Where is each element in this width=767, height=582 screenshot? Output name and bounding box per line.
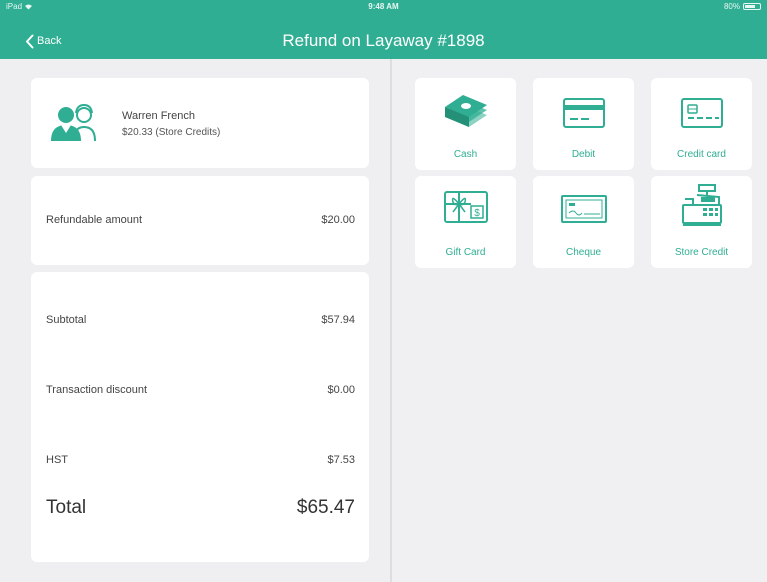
payment-debit-label: Debit	[571, 149, 596, 160]
totals-card: Subtotal $57.94 Transaction discount $0.…	[31, 272, 369, 562]
debit-card-icon	[562, 98, 605, 128]
payment-credit-card-button[interactable]: Credit card	[651, 78, 752, 170]
payment-gift-card-button[interactable]: $ Gift Card	[415, 176, 516, 268]
customer-store-credit: $20.33 (Store Credits)	[122, 127, 221, 138]
subtotal-value: $57.94	[321, 314, 355, 326]
status-time: 9:48 AM	[368, 2, 399, 11]
customer-avatar-icon	[51, 103, 96, 142]
cash-register-icon	[681, 184, 722, 226]
navigation-bar: iPad 9:48 AM 80% Back Refund on Layaway …	[0, 0, 767, 59]
payment-debit-button[interactable]: Debit	[533, 78, 634, 170]
transaction-discount-label: Transaction discount	[46, 384, 148, 396]
refundable-amount-card: Refundable amount $20.00	[31, 176, 369, 265]
payment-credit-card-label: Credit card	[677, 149, 726, 160]
gift-card-icon: $	[443, 191, 488, 223]
refundable-amount-label: Refundable amount	[46, 214, 143, 226]
payment-store-credit-label: Store Credit	[674, 247, 729, 258]
cheque-icon	[560, 195, 607, 223]
total-value: $65.47	[296, 497, 355, 518]
battery-percent: 80%	[723, 2, 740, 11]
tax-value: $7.53	[327, 454, 355, 466]
payment-store-credit-button[interactable]: Store Credit	[651, 176, 752, 268]
cash-icon	[444, 95, 487, 127]
customer-name: Warren French	[122, 110, 195, 122]
payment-cheque-button[interactable]: Cheque	[533, 176, 634, 268]
refundable-amount-value: $20.00	[321, 214, 355, 226]
subtotal-label: Subtotal	[46, 314, 87, 326]
status-right: 80%	[724, 2, 761, 11]
payment-cash-button[interactable]: Cash	[415, 78, 516, 170]
payment-cash-label: Cash	[453, 149, 478, 160]
payment-gift-card-label: Gift Card	[445, 247, 486, 258]
total-label: Total	[46, 497, 87, 518]
transaction-discount-value: $0.00	[327, 384, 355, 396]
battery-icon	[743, 3, 761, 10]
payment-cheque-label: Cheque	[565, 247, 602, 258]
tax-label: HST	[46, 454, 68, 466]
page-title: Refund on Layaway #1898	[282, 31, 485, 50]
customer-card[interactable]: Warren French $20.33 (Store Credits)	[31, 78, 369, 168]
credit-card-icon	[680, 98, 723, 128]
status-bar: iPad 9:48 AM 80%	[0, 2, 767, 14]
svg-text:$: $	[474, 208, 480, 219]
